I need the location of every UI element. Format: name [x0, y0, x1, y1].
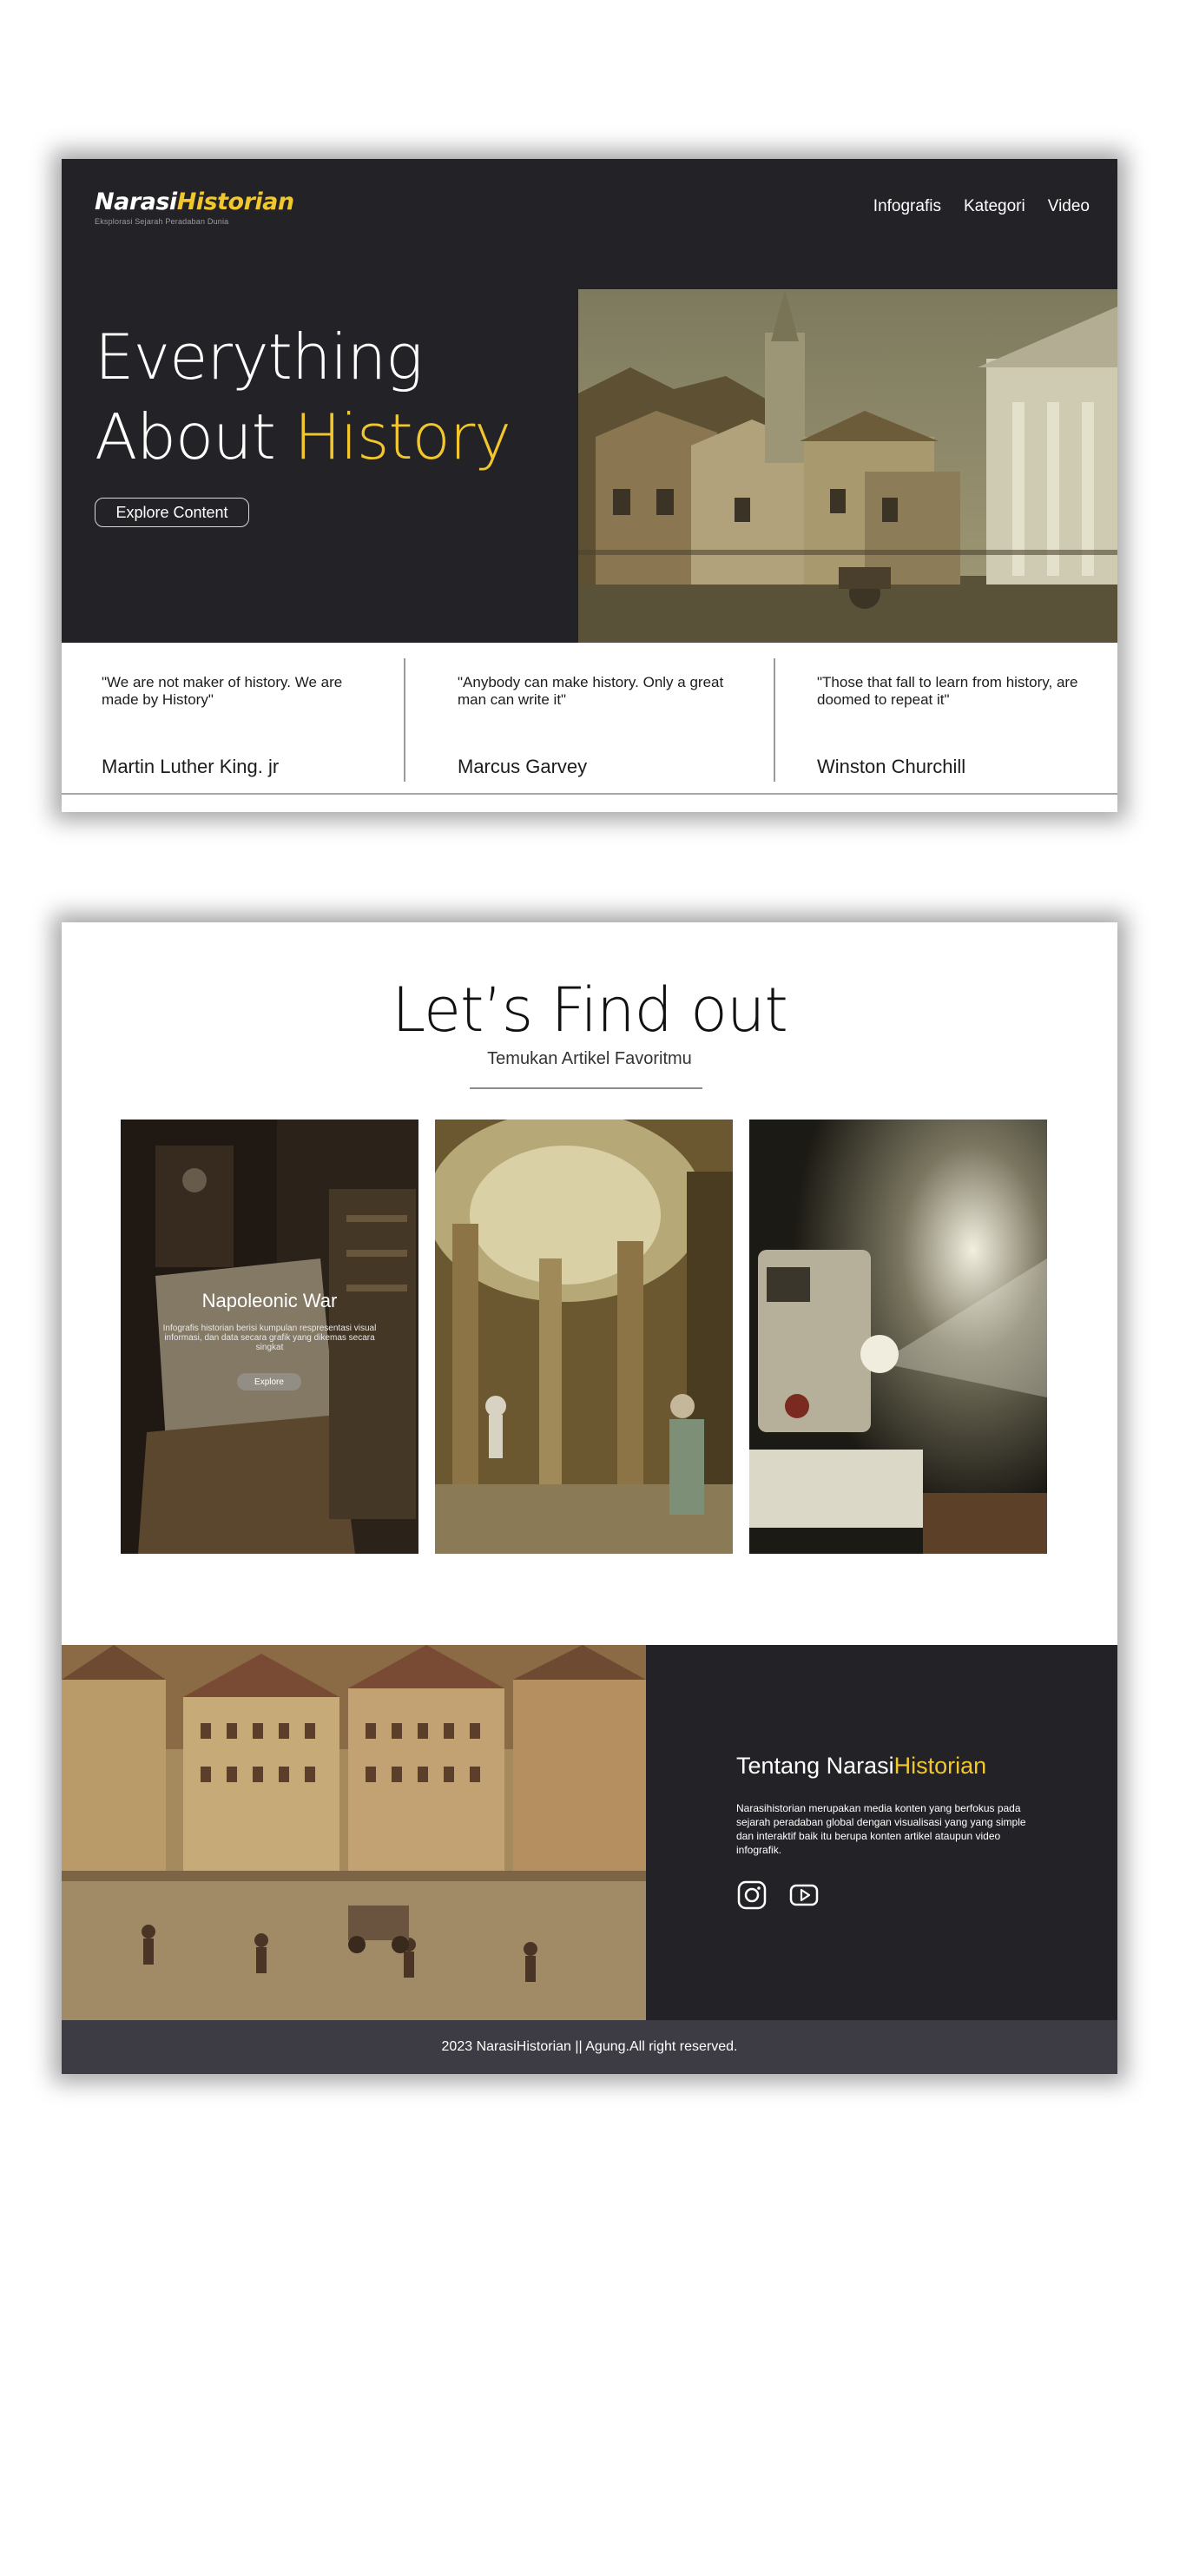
content-card: Let’s Find out Temukan Artikel Favoritmu…	[62, 922, 1117, 2074]
nav-item-kategori[interactable]: Kategori	[964, 197, 1025, 216]
find-divider	[470, 1087, 702, 1089]
quote-text: "Those that fall to learn from history, …	[817, 674, 1078, 708]
category-tile-napoleonic-war[interactable]: Napoleonic War Infografis historian beri…	[121, 1120, 418, 1554]
quote-author: Martin Luther King. jr	[102, 756, 280, 777]
tile-description: Infografis historian berisi kumpulan res…	[162, 1324, 377, 1352]
find-title: Let’s Find out	[392, 974, 788, 1046]
ancient-library-rotunda-icon	[435, 1120, 733, 1554]
quotes-section: "We are not maker of history. We are mad…	[62, 643, 1117, 795]
film-projector-photo-icon	[749, 1120, 1047, 1554]
category-tile-video[interactable]	[749, 1120, 1047, 1554]
hero-section: NarasiHistorian Eksplorasi Sejarah Perad…	[62, 159, 1117, 643]
hero-image	[578, 289, 1117, 643]
nav-item-video[interactable]: Video	[1048, 197, 1090, 216]
hero-title-line1: Everything	[95, 320, 423, 393]
quote-divider	[404, 658, 405, 782]
logo[interactable]: NarasiHistorian Eksplorasi Sejarah Perad…	[95, 188, 294, 226]
about-description: Narasihistorian merupakan media konten y…	[736, 1802, 1026, 1856]
quote-text: "We are not maker of history. We are mad…	[102, 674, 343, 708]
main-nav: Infografis Kategori Video	[873, 197, 1090, 216]
hero-title-line2: About History	[95, 400, 511, 473]
quote-text: "Anybody can make history. Only a great …	[458, 674, 724, 708]
social-links	[736, 1879, 820, 1911]
about-image	[62, 1645, 646, 2020]
category-tile-library[interactable]	[435, 1120, 733, 1554]
medieval-town-square-painting-icon	[62, 1645, 646, 2020]
quote-3: "Those that fall to learn from history, …	[817, 674, 1095, 777]
quote-1: "We are not maker of history. We are mad…	[102, 674, 379, 777]
youtube-icon[interactable]	[788, 1879, 820, 1911]
instagram-icon[interactable]	[736, 1879, 768, 1911]
quote-author: Winston Churchill	[817, 756, 966, 777]
tile-explore-button[interactable]: Explore	[237, 1373, 301, 1390]
about-section: Tentang NarasiHistorian Narasihistorian …	[62, 1645, 1117, 2020]
find-subtitle: Temukan Artikel Favoritmu	[487, 1049, 692, 1068]
quote-divider	[774, 658, 775, 782]
hero-title: Everything About History	[95, 317, 511, 477]
quote-author: Marcus Garvey	[458, 756, 588, 777]
tile-title: Napoleonic War	[201, 1290, 338, 1311]
explore-content-button[interactable]: Explore Content	[95, 498, 249, 527]
quote-2: "Anybody can make history. Only a great …	[458, 674, 735, 777]
nav-item-infografis[interactable]: Infografis	[873, 197, 941, 216]
hero-card: NarasiHistorian Eksplorasi Sejarah Perad…	[62, 159, 1117, 812]
logo-tagline: Eksplorasi Sejarah Peradaban Dunia	[95, 217, 229, 226]
logo-text: NarasiHistorian	[95, 188, 294, 215]
footer: 2023 NarasiHistorian || Agung.All right …	[62, 2020, 1117, 2074]
about-title: Tentang NarasiHistorian	[736, 1753, 987, 1779]
